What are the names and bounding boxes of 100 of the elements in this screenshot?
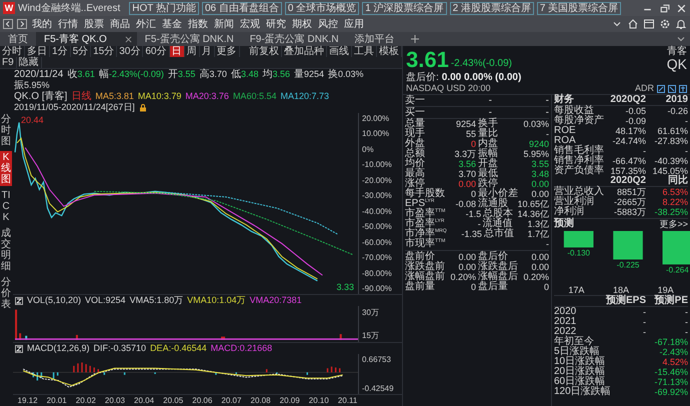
quick-function-tab[interactable]: 06 自由看盘组合 [202,2,282,14]
field-label: 总市值 [484,229,514,239]
period-tab[interactable]: 1分 [50,46,71,57]
quick-function-tab[interactable]: 1 沪深股票综合屏 [362,2,447,14]
axis-tick-label: -70.00% [362,253,393,262]
pin-icon[interactable] [679,84,687,92]
table-cell: 销售净利率 [554,156,604,166]
stat-label: 收 [67,69,78,80]
axis-tick-label: -90.00% [362,284,393,293]
menu-item[interactable]: 外汇 [135,17,157,31]
period-tab[interactable]: 周 [184,46,200,57]
chart-tool-button[interactable]: F9 [0,57,17,68]
document-tab[interactable]: F5-蛋壳公寓 DNK.N [136,32,242,46]
settings-icon[interactable] [659,18,671,30]
document-tab[interactable]: F9-蛋壳公寓 DNK.N [242,32,347,46]
chart-tool-button[interactable]: 隐藏 [16,57,42,68]
menu-item[interactable]: 行情 [57,17,79,31]
axis-tick-label: 20.08 [250,395,271,406]
table-cell-text: 145.05% [651,166,688,176]
expand-icon[interactable] [668,84,676,92]
stat-label: 均 [262,69,272,80]
window-icon[interactable] [643,18,655,30]
field-value: 3.3万 [453,149,476,159]
menu-item[interactable]: 股票 [83,17,105,31]
document-tab[interactable]: 首页 [0,32,36,46]
table-cell-text: -24.74% [611,136,646,146]
price-change: -2.43%(-0.09) [450,58,512,69]
indicator-value: DEA:-0.46544 [150,343,207,354]
field-value: 5.95% [522,149,549,159]
table-cell-text: 营业利润 [554,197,595,207]
bell-icon[interactable] [675,18,687,30]
view-tab[interactable]: K线图 [0,151,12,186]
quick-function-tab[interactable]: HOT 热门功能 [129,2,199,14]
menu-item[interactable]: 基金 [161,17,183,31]
chart-tool-button[interactable]: 工具 [352,46,377,57]
bar-value-label: -0.225 [616,260,640,270]
quick-function-tab[interactable]: 0 全球市场概览 [284,2,360,14]
field-label: 最小价差 [478,189,518,199]
period-tab[interactable]: 更多 [214,46,240,57]
close-icon[interactable] [124,36,132,42]
axis-tick-label: 20.06 [192,395,212,406]
field-value: 10.65亿 [516,199,549,209]
period-tab[interactable]: 月 [200,46,214,57]
menu-item[interactable]: 我的 [31,17,53,31]
more-link[interactable]: 更多>> [659,219,688,229]
chart-tool-button[interactable]: 叠加品种 [282,46,327,57]
plus-icon[interactable] [408,33,421,45]
axis-tick-label: 19.12 [18,395,38,406]
moving-average-value: MA60:5.54 [232,91,276,102]
view-tab[interactable]: 分时图 [0,113,12,148]
axis-tick-label: -30.00% [362,191,393,200]
field-value: 3.55 [530,159,549,169]
stat-label: 幅 [98,69,109,80]
security-code: QK.O [青客] [14,91,68,102]
axis-tick-label: 0.66753 [362,355,392,364]
forward-icon[interactable] [17,19,27,29]
document-tab[interactable]: F5-青客 QK.O [36,32,137,46]
period-tab[interactable]: 日 [170,46,184,57]
period-label: 日线 [71,91,92,102]
chart-tool-button[interactable]: 前复权 [247,46,282,57]
menu-item[interactable]: 新闻 [213,17,235,31]
table-cell-text: -2665万 [612,197,646,207]
expand-icon[interactable] [657,84,665,92]
high-price-label: 20.44 [21,115,44,125]
quick-function-tab[interactable]: 7 美国股票综合屏 [536,2,622,14]
zoom-icon[interactable] [15,344,23,352]
period-tab[interactable]: 30分 [117,46,144,57]
zoom-icon[interactable] [15,296,23,304]
period-tab[interactable]: 5分 [70,46,92,57]
axis-tick-label: 20.07 [221,395,242,406]
home-icon[interactable] [627,18,639,30]
field-label: 涨幅盘后 [478,272,518,282]
field-value: - [476,219,481,229]
back-icon[interactable] [3,19,13,29]
axis-tick-label: 20.11 [338,395,358,406]
menu-item[interactable]: 研究 [265,17,287,31]
quick-function-tab[interactable]: 2 港股股票综合屏 [450,2,534,14]
chart-tool-button[interactable]: 画线 [327,46,352,57]
axis-tick-label: 20.03 [104,395,125,406]
view-tab[interactable]: TICK [0,189,12,224]
menu-item[interactable]: 应用 [343,17,365,31]
menu-item[interactable]: 风控 [317,17,339,31]
menu-item[interactable]: 商品 [109,17,131,31]
bar-value-label: -0.130 [567,248,590,258]
table-cell-text: - [642,146,646,156]
chart-tool-button[interactable]: 模板 [377,46,402,57]
period-tab[interactable]: 分时 [0,46,25,57]
column-header: 2019 [664,95,688,105]
period-tab[interactable]: 15分 [91,46,118,57]
lock-icon[interactable] [138,104,147,112]
table-cell-text: 4.52% [661,357,688,367]
field-value: 0.00 [457,262,476,272]
menu-item[interactable]: 宏观 [239,17,261,31]
menu-item[interactable]: 期权 [291,17,313,31]
period-tab[interactable]: 多日 [25,46,50,57]
view-tab[interactable]: 成交明细 [0,227,12,273]
restore-icon[interactable] [659,2,670,14]
document-tab[interactable]: 添加平台 [346,32,403,46]
view-tab[interactable]: 分价表 [0,276,12,311]
menu-item[interactable]: 指数 [187,17,209,31]
